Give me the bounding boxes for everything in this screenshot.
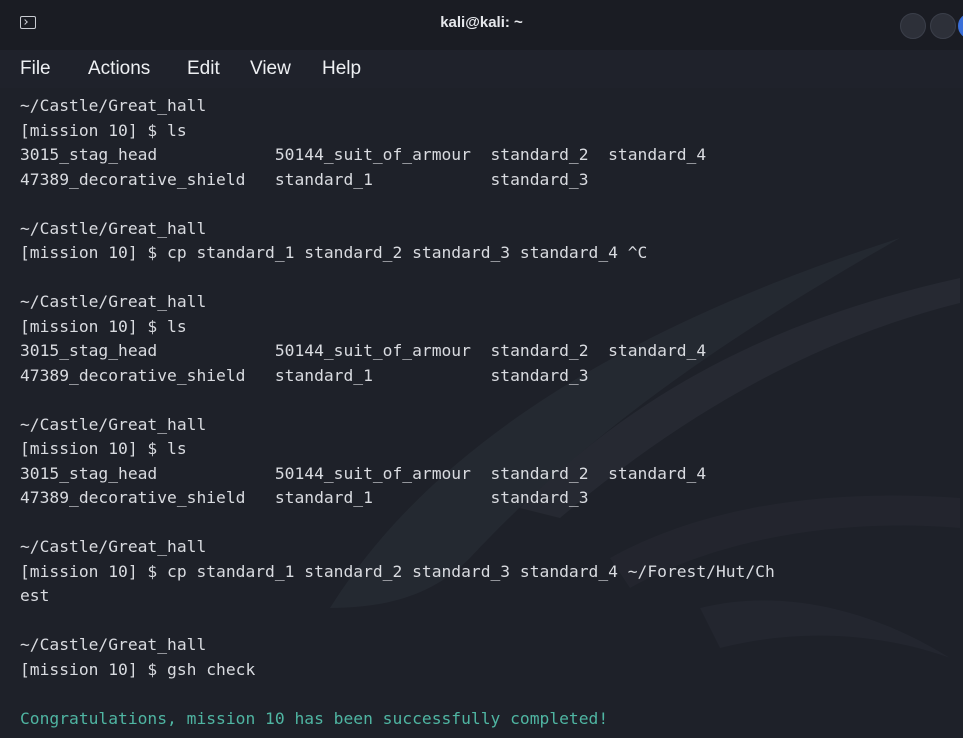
terminal-line: ~/Castle/Great_hall xyxy=(20,292,207,311)
terminal-line: est xyxy=(20,586,50,605)
terminal-line: 47389_decorative_shield standard_1 stand… xyxy=(20,488,589,507)
terminal-line: ~/Castle/Great_hall xyxy=(20,537,207,556)
terminal-line: 47389_decorative_shield standard_1 stand… xyxy=(20,365,589,385)
window-title: kali@kali: ~ xyxy=(440,14,523,31)
menu-bar: File Actions Edit View Help xyxy=(0,50,963,88)
terminal-line: 3015_stag_head 50144_suit_of_armour stan… xyxy=(20,463,707,483)
terminal-line: 47389_decorative_shield standard_1 stand… xyxy=(20,169,589,189)
terminal-window: kali@kali: ~ File Actions Edit View Help… xyxy=(0,0,963,738)
terminal-line: ~/Castle/Great_hall xyxy=(20,96,207,115)
minimize-button[interactable] xyxy=(900,13,926,39)
terminal-line: ~/Castle/Great_hall xyxy=(20,414,207,434)
menu-help[interactable]: Help xyxy=(322,58,361,80)
terminal-line: ~/Castle/Great_hall xyxy=(20,218,207,238)
terminal-line: [mission 10] $ ls xyxy=(20,316,187,336)
maximize-button[interactable] xyxy=(930,13,956,39)
terminal-line: [mission 10] $ ls xyxy=(20,120,187,140)
menu-actions[interactable]: Actions xyxy=(88,58,150,80)
terminal-line: 3015_stag_head 50144_suit_of_armour stan… xyxy=(20,145,707,164)
terminal-line: [mission 10] $ ls xyxy=(20,439,187,458)
terminal-output: ~/Castle/Great_hall [mission 10] $ ls 3015… xyxy=(20,94,775,731)
terminal-line: ~/Castle/Great_hall xyxy=(20,635,207,654)
terminal-area[interactable]: ~/Castle/Great_hall [mission 10] $ ls 3015… xyxy=(0,88,963,738)
title-bar[interactable]: kali@kali: ~ xyxy=(0,0,963,50)
terminal-line: [mission 10] $ cp standard_1 standard_2 … xyxy=(20,561,775,581)
menu-view[interactable]: View xyxy=(250,58,291,80)
terminal-line: [mission 10] $ cp standard_1 standard_2 … xyxy=(20,243,648,262)
success-message: Congratulations, mission 10 has been suc… xyxy=(20,708,609,728)
menu-edit[interactable]: Edit xyxy=(187,58,220,80)
menu-file[interactable]: File xyxy=(20,58,51,80)
terminal-line: [mission 10] $ gsh check xyxy=(20,659,256,679)
terminal-line: 3015_stag_head 50144_suit_of_armour stan… xyxy=(20,341,707,360)
